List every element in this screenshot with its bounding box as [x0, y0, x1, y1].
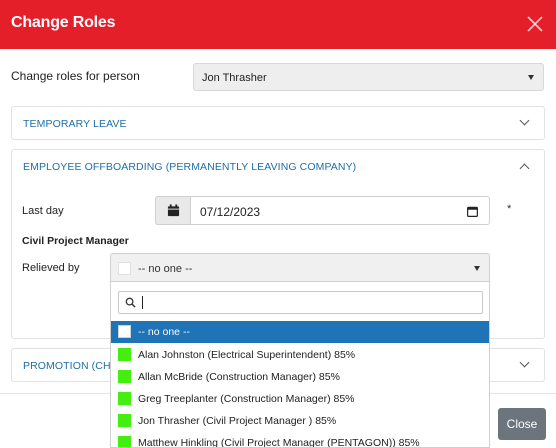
panel-promotion-title: PROMOTION (CHA	[23, 360, 118, 372]
relieved-by-swatch	[118, 262, 131, 275]
person-select[interactable]: Jon Thrasher	[193, 63, 544, 91]
person-label: Change roles for person	[11, 69, 140, 83]
search-icon	[125, 297, 136, 308]
dropdown-option[interactable]: Jon Thrasher (Civil Project Manager ) 85…	[111, 410, 489, 432]
option-color-swatch	[118, 414, 131, 427]
role-title: Civil Project Manager	[22, 235, 129, 247]
caret-down-icon	[474, 266, 480, 271]
option-label: Matthew Hinkling (Civil Project Manager …	[138, 437, 420, 448]
option-color-swatch	[118, 436, 131, 447]
panel-offboarding-title[interactable]: EMPLOYEE OFFBOARDING (PERMANENTLY LEAVIN…	[23, 161, 356, 173]
panel-temporary-leave-title: TEMPORARY LEAVE	[23, 118, 127, 130]
calendar-addon[interactable]	[155, 196, 190, 225]
relieved-by-select[interactable]: -- no one --	[110, 253, 490, 282]
dropdown-option[interactable]: Allan McBride (Construction Manager) 85%	[111, 366, 489, 388]
caret-down-icon	[528, 75, 534, 80]
dropdown-search-input[interactable]	[118, 291, 483, 314]
relieved-by-value: -- no one --	[138, 263, 193, 275]
option-label: -- no one --	[138, 326, 190, 338]
option-color-swatch	[118, 392, 131, 405]
close-button[interactable]: Close	[498, 408, 546, 440]
calendar-icon	[167, 204, 180, 217]
option-color-swatch	[118, 325, 131, 338]
required-mark: *	[507, 203, 512, 215]
modal-title: Change Roles	[11, 14, 116, 31]
option-color-swatch	[118, 370, 131, 383]
chevron-down-icon[interactable]	[519, 115, 530, 126]
chevron-down-icon[interactable]	[519, 357, 530, 368]
option-label: Allan McBride (Construction Manager) 85%	[138, 371, 340, 383]
last-day-label: Last day	[22, 205, 64, 217]
relieved-by-label: Relieved by	[22, 262, 80, 274]
change-roles-modal: Change Roles Change roles for person Jon…	[0, 0, 556, 448]
chevron-up-icon[interactable]	[519, 163, 530, 174]
modal-header: Change Roles	[0, 0, 556, 49]
option-label: Alan Johnston (Electrical Superintendent…	[138, 349, 356, 361]
text-cursor	[142, 296, 143, 309]
last-day-value: 07/12/2023	[200, 205, 261, 219]
option-color-swatch	[118, 348, 131, 361]
panel-temporary-leave[interactable]: TEMPORARY LEAVE	[11, 106, 545, 140]
calendar-picker-icon[interactable]	[467, 206, 478, 217]
dropdown-option[interactable]: Alan Johnston (Electrical Superintendent…	[111, 344, 489, 366]
option-label: Greg Treeplanter (Construction Manager) …	[138, 393, 355, 405]
dropdown-option[interactable]: Greg Treeplanter (Construction Manager) …	[111, 388, 489, 410]
option-label: Jon Thrasher (Civil Project Manager ) 85…	[138, 415, 337, 427]
relieved-by-dropdown: -- no one -- Alan Johnston (Electrical Su…	[110, 282, 490, 448]
dropdown-option[interactable]: -- no one --	[111, 321, 489, 343]
person-select-value: Jon Thrasher	[202, 72, 267, 84]
last-day-input[interactable]: 07/12/2023	[190, 196, 490, 225]
close-icon[interactable]	[526, 15, 544, 33]
dropdown-option[interactable]: Matthew Hinkling (Civil Project Manager …	[111, 432, 489, 448]
